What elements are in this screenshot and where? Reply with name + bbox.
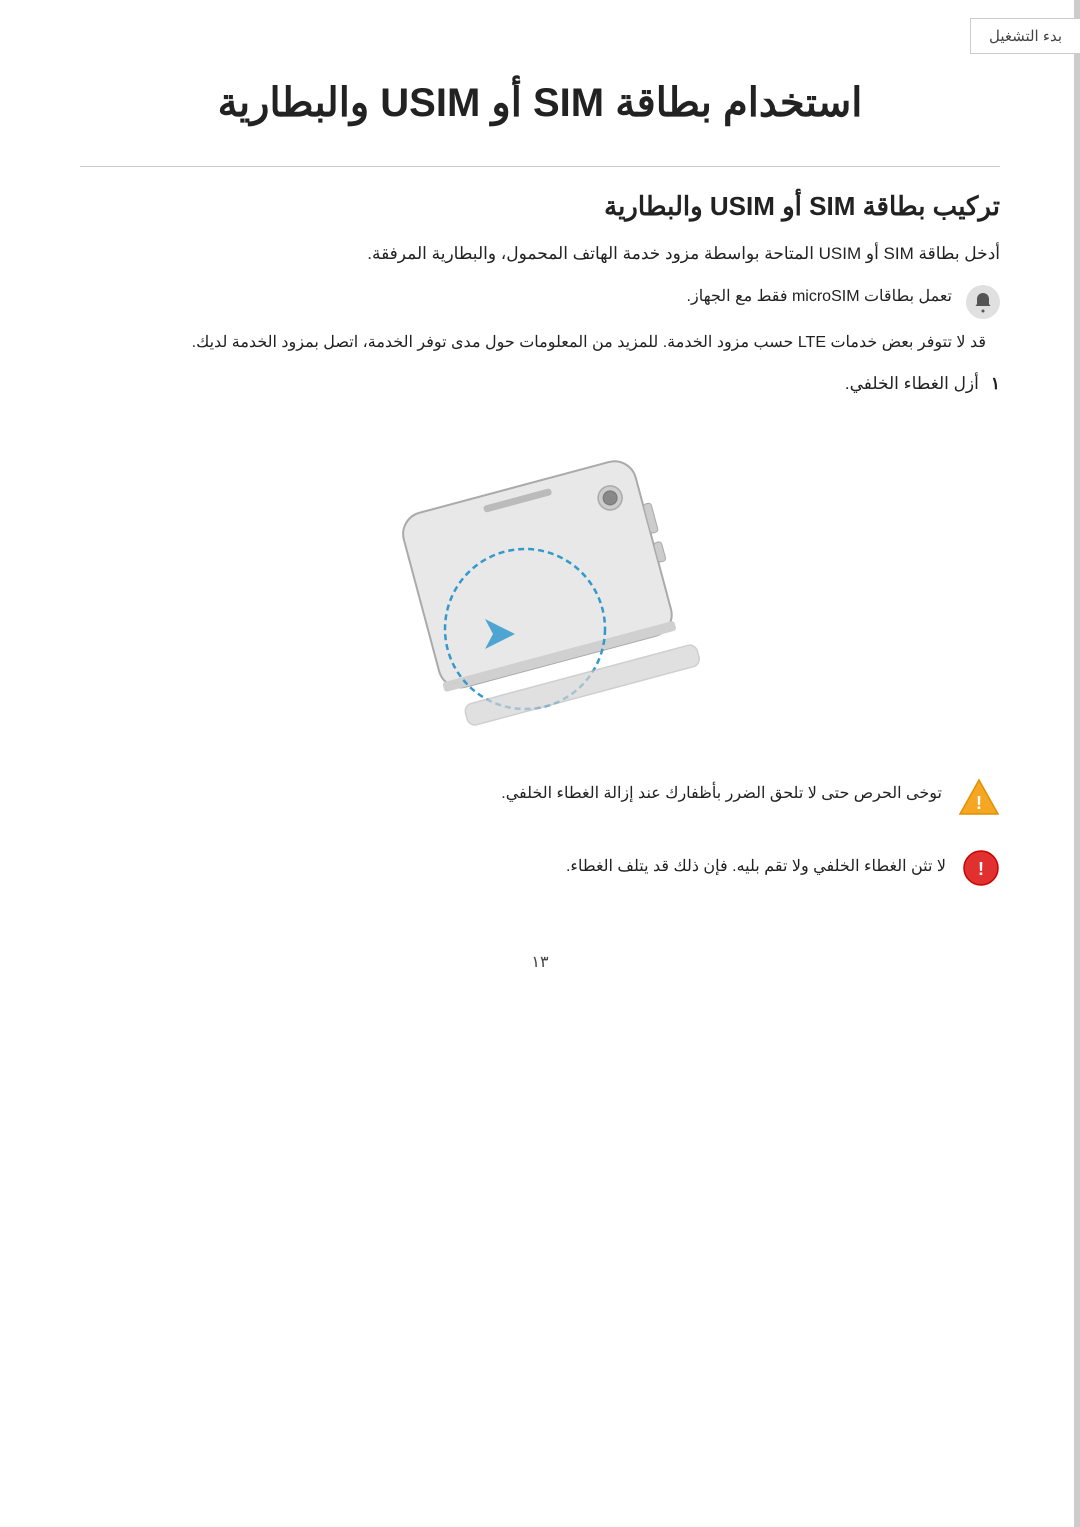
notice-text: لا تثن الغطاء الخلفي ولا تقم بليه. فإن ذ… bbox=[566, 847, 946, 880]
svg-text:!: ! bbox=[978, 859, 984, 879]
bullet-text-1: تعمل بطاقات microSIM فقط مع الجهاز. bbox=[687, 283, 952, 310]
warning-triangle-icon: ! bbox=[958, 776, 1000, 823]
warning-text: توخى الحرص حتى لا تلحق الضرر بأظفارك عند… bbox=[501, 774, 942, 807]
page-content: استخدام بطاقة SIM أو USIM والبطارية تركي… bbox=[0, 0, 1080, 1032]
phone-image bbox=[330, 424, 750, 744]
bullet-text-2: قد لا تتوفر بعض خدمات LTE حسب مزود الخدم… bbox=[192, 329, 986, 356]
section-title: تركيب بطاقة SIM أو USIM والبطارية bbox=[80, 191, 1000, 222]
divider bbox=[80, 166, 1000, 167]
intro-text: أدخل بطاقة SIM أو USIM المتاحة بواسطة مز… bbox=[80, 240, 1000, 269]
bell-icon bbox=[966, 285, 1000, 319]
phone-illustration bbox=[80, 424, 1000, 744]
page-border bbox=[1074, 0, 1080, 1527]
warning-row: ! توخى الحرص حتى لا تلحق الضرر بأظفارك ع… bbox=[80, 774, 1000, 823]
main-title: استخدام بطاقة SIM أو USIM والبطارية bbox=[80, 80, 1000, 126]
header-tab: بدء التشغيل bbox=[970, 18, 1080, 54]
step-1: ١ أزل الغطاء الخلفي. bbox=[80, 374, 1000, 394]
page-number: ١٣ bbox=[80, 952, 1000, 972]
bullet-item-1: تعمل بطاقات microSIM فقط مع الجهاز. bbox=[80, 283, 1000, 319]
notice-row: ! لا تثن الغطاء الخلفي ولا تقم بليه. فإن… bbox=[80, 847, 1000, 892]
svg-text:!: ! bbox=[976, 793, 982, 813]
step-text: أزل الغطاء الخلفي. bbox=[845, 374, 979, 394]
step-number: ١ bbox=[991, 374, 1000, 394]
bullet-item-2: قد لا تتوفر بعض خدمات LTE حسب مزود الخدم… bbox=[80, 329, 1000, 356]
notice-circle-icon: ! bbox=[962, 849, 1000, 892]
